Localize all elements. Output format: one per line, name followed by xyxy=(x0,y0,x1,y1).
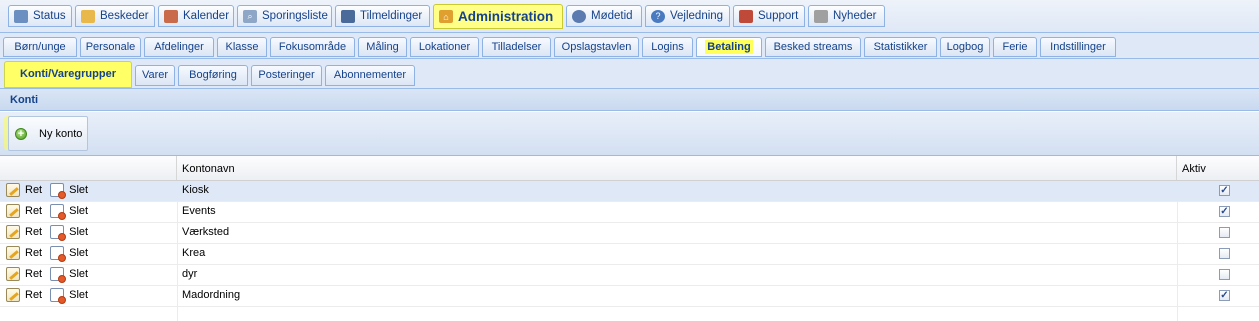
account-name: Værksted xyxy=(182,226,230,238)
grid-header: Kontonavn Aktiv xyxy=(0,156,1259,181)
calendar-icon xyxy=(164,9,178,23)
tab-abonnementer[interactable]: Abonnementer xyxy=(325,65,415,86)
edit-link[interactable]: Ret xyxy=(25,184,42,196)
magnifier-icon: ⌕ xyxy=(243,9,257,23)
edit-icon[interactable] xyxy=(6,204,20,218)
tab-konti-varegrupper[interactable]: Konti/Varegrupper xyxy=(4,61,132,88)
tab-bogforing[interactable]: Bogføring xyxy=(178,65,248,86)
tab-varer[interactable]: Varer xyxy=(135,65,175,86)
active-checkbox[interactable] xyxy=(1219,269,1230,280)
table-row[interactable]: Ret Slet Madordning ✓ xyxy=(0,286,1259,307)
edit-icon[interactable] xyxy=(6,225,20,239)
toolbar xyxy=(0,112,1259,156)
table-row[interactable]: Ret Slet Kiosk ✓ xyxy=(0,181,1259,202)
edit-link[interactable]: Ret xyxy=(25,247,42,259)
table-row[interactable]: Ret Slet Værksted xyxy=(0,223,1259,244)
tab-besked-streams[interactable]: Besked streams xyxy=(765,37,861,57)
tab-tilladelser[interactable]: Tilladelser xyxy=(482,37,551,57)
account-name: dyr xyxy=(182,268,198,280)
mail-icon xyxy=(81,9,95,23)
status-icon xyxy=(14,9,28,23)
active-checkbox[interactable]: ✓ xyxy=(1219,206,1230,217)
edit-link[interactable]: Ret xyxy=(25,289,42,301)
tab-statistikker[interactable]: Statistikker xyxy=(864,37,937,57)
edit-link[interactable]: Ret xyxy=(25,205,42,217)
table-row[interactable]: Ret Slet Krea xyxy=(0,244,1259,265)
tab-personale[interactable]: Personale xyxy=(80,37,141,57)
delete-icon[interactable] xyxy=(50,246,67,262)
delete-icon[interactable] xyxy=(50,225,67,241)
account-name: Kiosk xyxy=(182,184,209,196)
active-checkbox[interactable]: ✓ xyxy=(1219,290,1230,301)
home-icon: ⌂ xyxy=(439,10,453,23)
clock-icon xyxy=(572,9,586,23)
delete-link[interactable]: Slet xyxy=(69,247,88,259)
active-checkbox[interactable]: ✓ xyxy=(1219,185,1230,196)
tab-nyheder[interactable]: Nyheder xyxy=(808,5,885,27)
delete-link[interactable]: Slet xyxy=(69,205,88,217)
column-header-actions xyxy=(0,156,177,180)
tab-support[interactable]: Support xyxy=(733,5,805,27)
account-name: Madordning xyxy=(182,289,241,301)
account-grid: Ret Slet Kiosk ✓ Ret Slet Events ✓ Ret Slet… xyxy=(0,181,1259,307)
delete-link[interactable]: Slet xyxy=(69,289,88,301)
active-checkbox[interactable] xyxy=(1219,248,1230,259)
edit-link[interactable]: Ret xyxy=(25,226,42,238)
tab-posteringer[interactable]: Posteringer xyxy=(251,65,322,86)
table-row[interactable]: Ret Slet Events ✓ xyxy=(0,202,1259,223)
column-header-kontonavn[interactable]: Kontonavn xyxy=(177,156,1177,180)
delete-link[interactable]: Slet xyxy=(69,268,88,280)
tab-indstillinger[interactable]: Indstillinger xyxy=(1040,37,1116,57)
tab-maling[interactable]: Måling xyxy=(358,37,407,57)
tab-tilmeldinger[interactable]: Tilmeldinger xyxy=(335,5,430,27)
account-name: Krea xyxy=(182,247,206,259)
tab-status[interactable]: Status xyxy=(8,5,72,27)
delete-icon[interactable] xyxy=(50,267,67,283)
tag-icon xyxy=(814,9,828,23)
new-account-button[interactable]: + Ny konto xyxy=(8,116,88,151)
column-header-aktiv[interactable]: Aktiv xyxy=(1177,156,1259,180)
active-checkbox[interactable] xyxy=(1219,227,1230,238)
tab-logins[interactable]: Logins xyxy=(642,37,693,57)
tab-modetid[interactable]: Mødetid xyxy=(566,5,642,27)
edit-icon[interactable] xyxy=(6,246,20,260)
main-tab-bar: Status Beskeder Kalender ⌕ Sporingsliste … xyxy=(0,0,1259,33)
tab-logbog[interactable]: Logbog xyxy=(940,37,990,57)
tab-betaling[interactable]: Betaling xyxy=(696,37,762,57)
tab-fokusomrade[interactable]: Fokusområde xyxy=(270,37,355,57)
delete-icon[interactable] xyxy=(50,204,67,220)
edit-icon[interactable] xyxy=(6,267,20,281)
tab-opslagstavlen[interactable]: Opslagstavlen xyxy=(554,37,639,57)
tab-klasse[interactable]: Klasse xyxy=(217,37,267,57)
edit-link[interactable]: Ret xyxy=(25,268,42,280)
delete-link[interactable]: Slet xyxy=(69,184,88,196)
edit-icon[interactable] xyxy=(6,183,20,197)
edit-icon[interactable] xyxy=(6,288,20,302)
tab-ferie[interactable]: Ferie xyxy=(993,37,1037,57)
tab-afdelinger[interactable]: Afdelinger xyxy=(144,37,214,57)
table-row[interactable]: Ret Slet dyr xyxy=(0,265,1259,286)
admin-tab-bar: Børn/unge Personale Afdelinger Klasse Fo… xyxy=(0,33,1259,59)
add-icon: + xyxy=(15,127,27,140)
tab-sporingsliste[interactable]: ⌕ Sporingsliste xyxy=(237,5,332,27)
account-name: Events xyxy=(182,205,216,217)
tab-born-unge[interactable]: Børn/unge xyxy=(3,37,77,57)
car-icon xyxy=(341,9,355,23)
delete-icon[interactable] xyxy=(50,183,67,199)
tab-vejledning[interactable]: ? Vejledning xyxy=(645,5,730,27)
delete-icon[interactable] xyxy=(50,288,67,304)
panel-title: Konti xyxy=(0,89,1259,111)
betaling-tab-bar: Konti/Varegrupper Varer Bogføring Poster… xyxy=(0,59,1259,89)
tab-kalender[interactable]: Kalender xyxy=(158,5,234,27)
tab-beskeder[interactable]: Beskeder xyxy=(75,5,155,27)
document-icon xyxy=(739,9,753,23)
delete-link[interactable]: Slet xyxy=(69,226,88,238)
help-icon: ? xyxy=(651,9,665,23)
tab-lokationer[interactable]: Lokationer xyxy=(410,37,479,57)
tab-administration[interactable]: ⌂ Administration xyxy=(433,4,563,29)
